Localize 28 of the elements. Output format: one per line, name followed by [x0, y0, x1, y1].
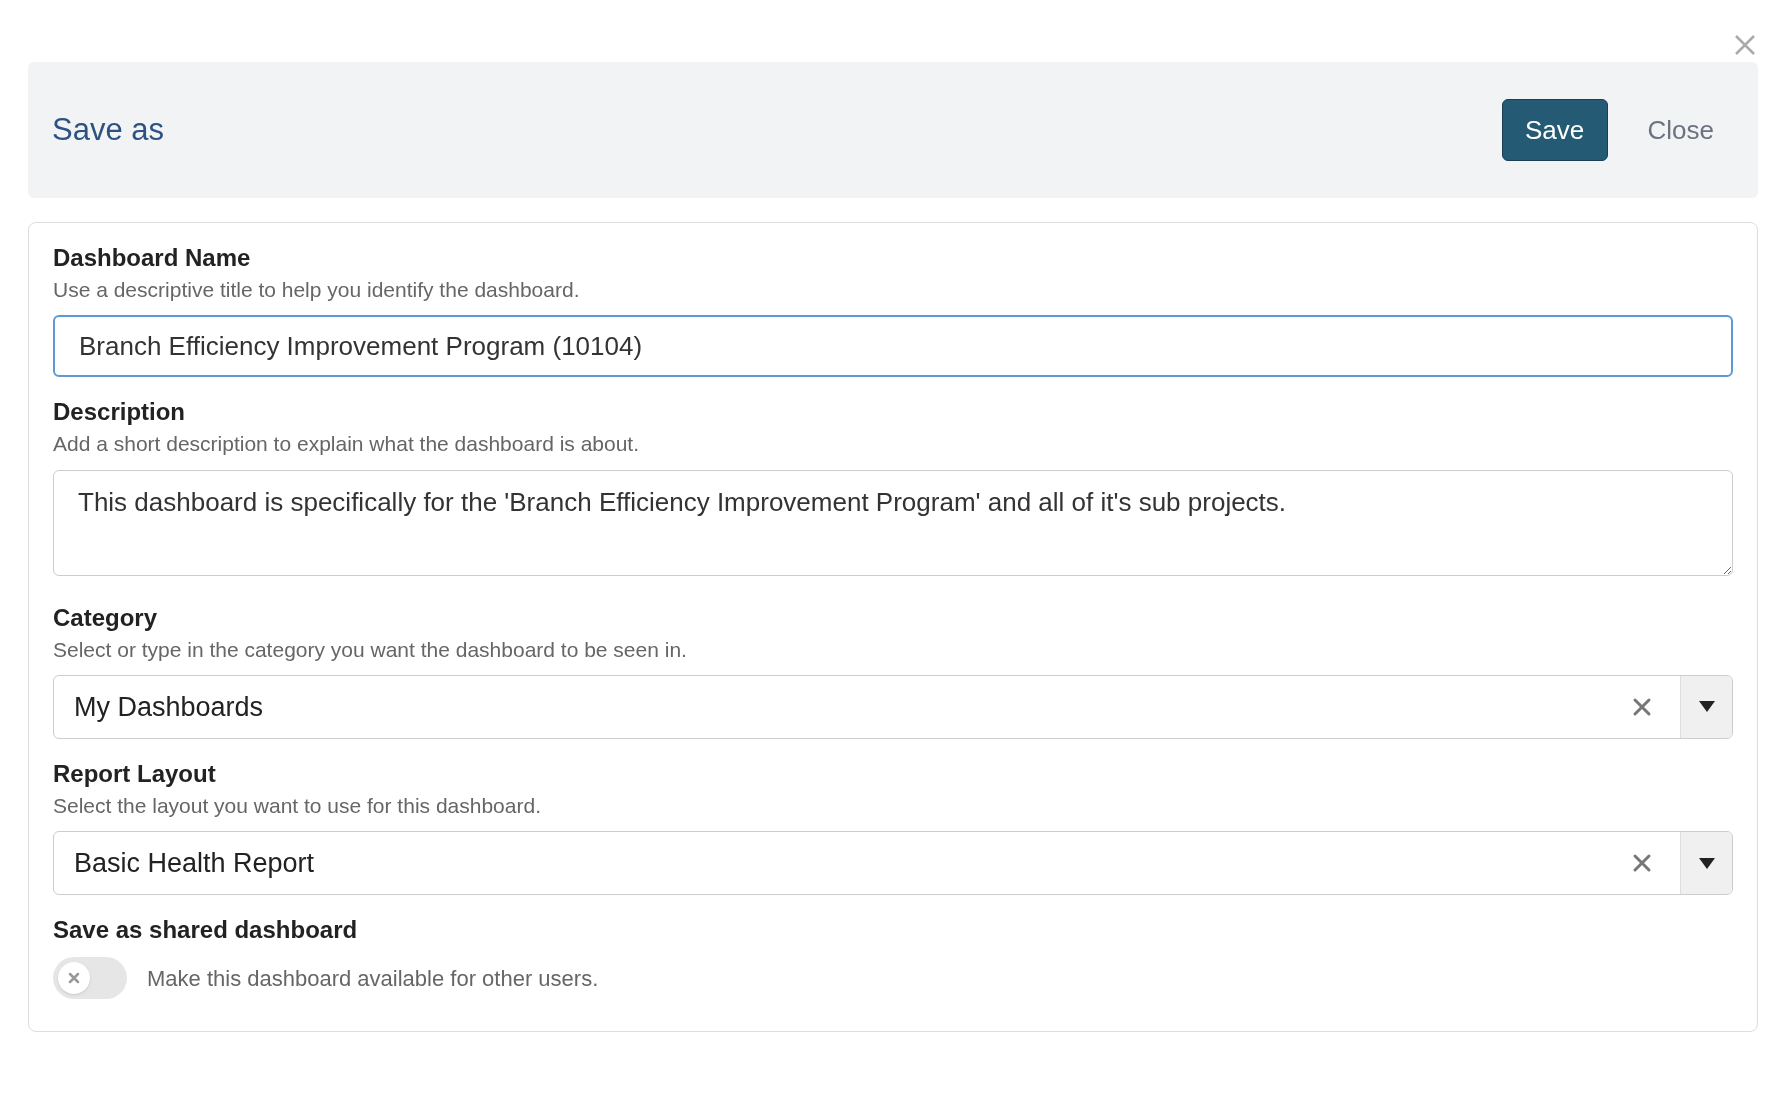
input-field[interactable]: Branch Efficiency Improvement Program (10104) [53, 315, 1733, 378]
field-label: Save as shared dashboard [53, 915, 359, 945]
field-hint: Add a short description to explain what the dashboard is about. [53, 431, 641, 458]
field-hint: Select the layout you want to use for this dashboard. [53, 792, 542, 819]
toggle-description: Make this dashboard available for other users. [147, 964, 599, 993]
field-label: Category [53, 602, 159, 633]
select-value: Basic Health Report [73, 846, 316, 880]
field-hint: Use a descriptive title to help you identify the dashboard. [53, 277, 581, 303]
dropdown-toggle[interactable] [1680, 675, 1732, 738]
select-field[interactable]: My Dashboards [53, 674, 1733, 739]
textarea-field[interactable]: This dashboard is specifically for the 'Branch Efficiency Improvement Program' and all of it's sub projects. [53, 469, 1733, 576]
field-label: Dashboard Name [53, 243, 252, 273]
close-icon[interactable] [1734, 34, 1756, 56]
toggle-switch[interactable] [53, 957, 127, 999]
cross-icon [68, 972, 80, 984]
caret-icon [1698, 701, 1715, 713]
dropdown-toggle[interactable] [1680, 832, 1732, 894]
caret-icon [1698, 857, 1715, 869]
select-value: My Dashboards [73, 690, 265, 724]
field-label: Description [53, 397, 187, 428]
clear-icon[interactable] [1632, 853, 1652, 873]
save-button[interactable]: Save [1501, 99, 1608, 161]
close-button[interactable]: Close [1627, 99, 1734, 161]
select-field[interactable]: Basic Health Report [53, 831, 1733, 895]
clear-icon[interactable] [1632, 696, 1652, 717]
dialog-title: Save as [52, 110, 165, 149]
field-label: Report Layout [53, 758, 217, 789]
field-hint: Select or type in the category you want the dashboard to be seen in. [53, 636, 688, 663]
